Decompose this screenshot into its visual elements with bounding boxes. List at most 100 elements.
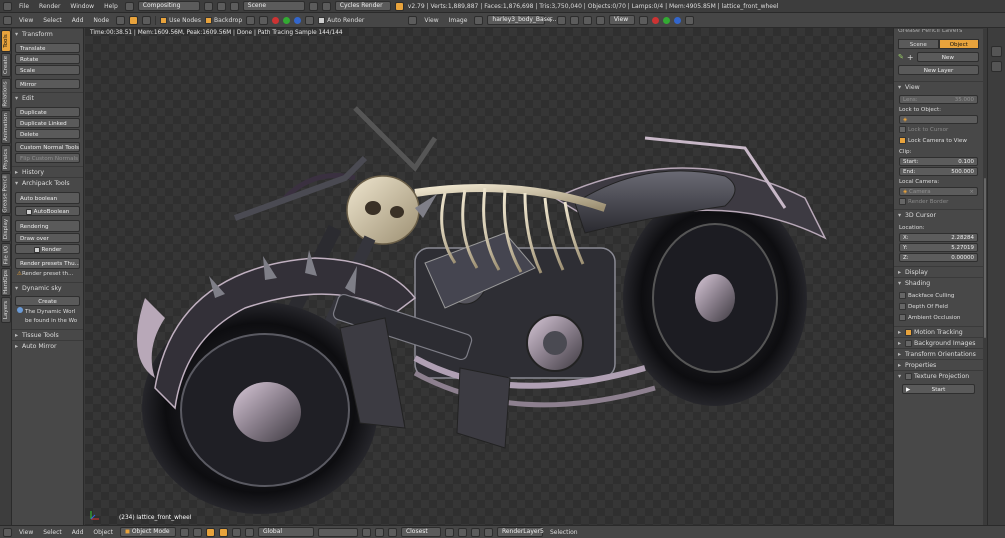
- create-sky-button[interactable]: Create: [15, 296, 80, 306]
- clip-start-field[interactable]: Start: 0.100: [899, 157, 978, 166]
- texture-projection-checkbox[interactable]: [905, 372, 912, 380]
- 3d-viewport[interactable]: Time:00:38.51 | Mem:1609.56M, Peak:1609.…: [85, 28, 893, 525]
- render-border-checkbox[interactable]: [899, 198, 906, 205]
- image-zoom-icon[interactable]: [684, 15, 694, 25]
- image-red-channel-icon[interactable]: [651, 16, 659, 24]
- mirror-button[interactable]: Mirror: [15, 79, 80, 89]
- object-menu[interactable]: Object: [90, 529, 116, 536]
- backdrop-alpha-icon[interactable]: [259, 15, 269, 25]
- backdrop-toggle[interactable]: Backdrop: [204, 16, 242, 24]
- lock-to-cursor-toggle[interactable]: Lock to Cursor: [899, 125, 978, 135]
- lock-to-object-field[interactable]: ◈: [899, 115, 978, 124]
- proportional-edit-icon[interactable]: [374, 527, 384, 537]
- panel-dynamic-sky-header[interactable]: ▾ Dynamic sky: [12, 282, 83, 293]
- new-gp-button[interactable]: New: [916, 52, 979, 62]
- editor-type-icon[interactable]: [3, 1, 12, 11]
- scale-button[interactable]: Scale: [15, 65, 80, 75]
- panel-history-header[interactable]: ▸ History: [12, 166, 83, 177]
- tab-grease-pencil[interactable]: Grease Pencil: [1, 173, 11, 214]
- tab-physics[interactable]: Physics: [1, 145, 11, 172]
- panel-3d-cursor-header[interactable]: ▾ 3D Cursor: [894, 209, 983, 220]
- green-channel-icon[interactable]: [283, 16, 291, 24]
- new-layer-button[interactable]: New Layer: [898, 65, 979, 75]
- select-menu[interactable]: Select: [40, 529, 65, 536]
- node-menu-select[interactable]: Select: [40, 17, 65, 24]
- shader-nodes-icon[interactable]: [116, 15, 126, 25]
- manipulator-toggle-icon[interactable]: [205, 527, 215, 537]
- panel-properties-header[interactable]: ▸ Properties: [894, 359, 983, 370]
- snap-target-selector[interactable]: Closest: [400, 527, 441, 537]
- image-blue-channel-icon[interactable]: [673, 16, 681, 24]
- auto-render-checkbox[interactable]: [318, 16, 326, 24]
- clear-icon[interactable]: ×: [969, 188, 974, 195]
- translate-button[interactable]: Translate: [15, 43, 80, 53]
- panel-transform-orientations-header[interactable]: ▸ Transform Orientations: [894, 348, 983, 359]
- cursor-z-field[interactable]: Z: 0.00000: [899, 253, 978, 262]
- tab-file-io[interactable]: File I/O: [1, 243, 11, 267]
- tab-hardops[interactable]: HardOps: [1, 268, 11, 296]
- tab-relations[interactable]: Relations: [1, 78, 11, 109]
- tab-animation[interactable]: Animation: [1, 110, 11, 144]
- rotate-manipulator-icon[interactable]: [231, 527, 241, 537]
- texture-nodes-icon[interactable]: [142, 15, 152, 25]
- grease-pencil-layers-header[interactable]: Grease Pencil Layers: [894, 28, 983, 32]
- ambient-occlusion-toggle[interactable]: Ambient Occlusion: [899, 313, 978, 323]
- cursor-y-field[interactable]: Y: 5.27019: [899, 243, 978, 252]
- render-layer-selector[interactable]: RenderLayer5: [496, 527, 544, 537]
- remove-scene-icon[interactable]: [321, 1, 331, 11]
- add-menu[interactable]: Add: [69, 529, 87, 536]
- image-green-channel-icon[interactable]: [662, 16, 670, 24]
- use-nodes-checkbox[interactable]: [160, 16, 168, 24]
- panel-display-header[interactable]: ▸ Display: [894, 266, 983, 277]
- background-images-checkbox[interactable]: [905, 339, 912, 347]
- node-menu-node[interactable]: Node: [90, 17, 112, 24]
- screen-layout-selector[interactable]: Compositing: [137, 1, 200, 11]
- lock-to-cursor-checkbox[interactable]: [899, 126, 906, 133]
- red-channel-icon[interactable]: [272, 16, 280, 24]
- viewport-shading-icon[interactable]: [179, 527, 189, 537]
- node-menu-view[interactable]: View: [16, 17, 36, 24]
- view-mode-selector[interactable]: View: [608, 15, 635, 25]
- backdrop-rgb-icon[interactable]: [246, 15, 256, 25]
- pin-icon[interactable]: [305, 15, 315, 25]
- image-menu-view[interactable]: View: [421, 17, 441, 24]
- tab-layers[interactable]: Layers: [1, 297, 11, 323]
- transform-orientation-selector[interactable]: Global: [257, 527, 314, 537]
- image-browse-icon[interactable]: [474, 15, 484, 25]
- backface-culling-toggle[interactable]: Backface Culling: [899, 291, 978, 301]
- custom-normal-tools-button[interactable]: Custom Normal Tools: [15, 142, 80, 152]
- render-layer-icon[interactable]: [483, 527, 493, 537]
- node-menu-add[interactable]: Add: [69, 17, 87, 24]
- panel-texture-projection-header[interactable]: ▾ Texture Projection: [894, 370, 983, 381]
- pivot-point-icon[interactable]: [192, 527, 202, 537]
- draw-over-toggle[interactable]: Draw over: [15, 233, 80, 243]
- scale-manipulator-icon[interactable]: [244, 527, 254, 537]
- lens-field[interactable]: Lens: 35.000: [899, 95, 978, 104]
- panel-tissue-header[interactable]: ▸ Tissue Tools: [12, 329, 83, 340]
- dof-checkbox[interactable]: [899, 303, 906, 310]
- scopes-icon[interactable]: [638, 15, 648, 25]
- view-menu[interactable]: View: [16, 529, 36, 536]
- ao-checkbox[interactable]: [899, 314, 906, 321]
- opengl-anim-icon[interactable]: [470, 527, 480, 537]
- panel-shading-header[interactable]: ▾ Shading: [894, 277, 983, 288]
- tab-tools[interactable]: Tools: [1, 30, 11, 52]
- menu-render[interactable]: Render: [36, 3, 63, 10]
- flip-custom-normals-button[interactable]: Flip Custom Normals: [15, 153, 80, 163]
- opengl-render-icon[interactable]: [457, 527, 467, 537]
- snap-toggle-icon[interactable]: [387, 527, 397, 537]
- panel-view-header[interactable]: ▾ View: [894, 81, 983, 92]
- clip-end-field[interactable]: End: 500.000: [899, 167, 978, 176]
- panel-edit-header[interactable]: ▾ Edit: [12, 92, 83, 103]
- autoboolean-button[interactable]: AutoBoolean: [15, 206, 80, 216]
- compositing-nodes-icon[interactable]: [129, 15, 139, 25]
- render-presets-menu[interactable]: Render presets Thu...: [15, 258, 80, 269]
- unlink-image-icon[interactable]: [569, 15, 579, 25]
- menu-file[interactable]: File: [16, 3, 32, 10]
- image-menu-image[interactable]: Image: [446, 17, 471, 24]
- screen-layout-icon[interactable]: [124, 1, 134, 11]
- tab-display[interactable]: Display: [1, 215, 11, 242]
- panel-transform-header[interactable]: ▾ Transform: [12, 28, 83, 39]
- backdrop-checkbox[interactable]: [204, 16, 212, 24]
- auto-render-toggle[interactable]: Auto Render: [318, 16, 364, 24]
